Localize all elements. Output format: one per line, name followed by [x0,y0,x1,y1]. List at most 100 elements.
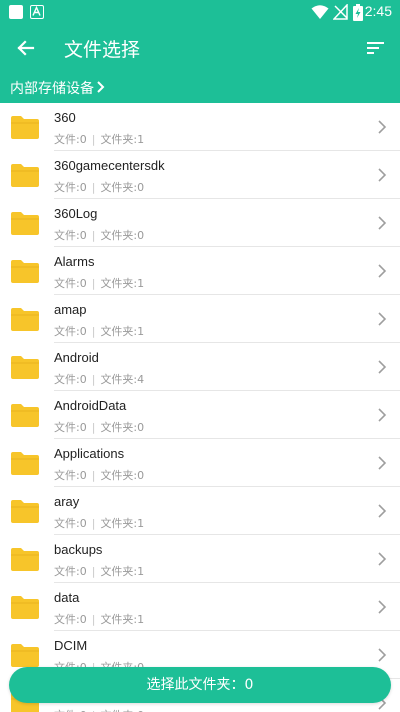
chevron-right-icon [378,168,387,182]
separator: | [91,133,96,146]
folder-name: 360gamecentersdk [54,158,165,173]
folder-icon [11,548,39,571]
separator: | [91,517,96,530]
back-button[interactable] [12,34,40,62]
folder-meta: 文件:0 | 文件夹:1 [54,275,144,291]
list-item[interactable]: Applications 文件:0 | 文件夹:0 [0,439,400,487]
folder-icon [11,644,39,667]
folder-name: Applications [54,446,125,461]
chevron-right-icon [378,456,387,470]
chevron-right-icon [378,216,387,230]
folder-meta: 文件:0 | 文件夹:1 [54,323,144,339]
file-count: 文件:0 [54,469,87,482]
file-count: 文件:0 [54,613,87,626]
arrow-left-icon [17,40,35,56]
list-item[interactable]: aray 文件:0 | 文件夹:1 [0,487,400,535]
folder-name: 360Log [54,206,98,221]
separator: | [91,277,96,290]
folder-name: AndroidData [54,398,127,413]
folder-count: 文件夹:1 [100,565,145,578]
folder-name: Android [54,350,99,365]
list-item[interactable]: amap 文件:0 | 文件夹:1 [0,295,400,343]
chevron-right-icon [378,408,387,422]
file-count: 文件:0 [54,133,87,146]
notification-square-icon [9,5,23,19]
separator: | [91,421,96,434]
separator: | [91,469,96,482]
file-count: 文件:0 [54,373,87,386]
folder-meta: 文件:0 | 文件夹:1 [54,515,144,531]
list-item[interactable]: AndroidData 文件:0 | 文件夹:0 [0,391,400,439]
folder-meta: 文件:0 | 文件夹:1 [54,611,144,627]
list-item[interactable]: data 文件:0 | 文件夹:1 [0,583,400,631]
chevron-right-icon [378,312,387,326]
file-count: 文件:0 [54,421,87,434]
folder-icon [11,212,39,235]
folder-icon [11,260,39,283]
battery-charging-icon [353,4,363,21]
folder-icon [11,356,39,379]
folder-name: aray [54,494,80,509]
folder-count: 文件夹:1 [100,325,145,338]
list-item[interactable]: 360 文件:0 | 文件夹:1 [0,103,400,151]
chevron-right-icon [378,120,387,134]
folder-name: 360 [54,110,76,125]
chevron-right-icon [378,552,387,566]
folder-meta: 文件:0 | 文件夹:0 [54,227,144,243]
folder-meta: 文件:0 | 文件夹:0 [54,419,144,435]
chevron-right-icon [378,600,387,614]
folder-icon [11,164,39,187]
breadcrumb: 内部存储设备 [0,72,400,103]
folder-icon [11,596,39,619]
folder-meta: 文件:0|文件夹:0 [54,707,144,712]
folder-count: 文件夹:0 [100,229,145,242]
folder-count: 文件夹:4 [100,373,145,386]
separator: | [91,325,96,338]
app-bar: 文件选择 [0,24,400,72]
chevron-right-icon [378,360,387,374]
folder-name: amap [54,302,87,317]
separator: | [91,613,96,626]
folder-count: 文件夹:0 [100,421,145,434]
folder-count: 文件夹:0 [100,469,145,482]
folder-name: data [54,590,80,605]
separator: | [91,373,96,386]
folder-list: 360 文件:0 | 文件夹:1 360gamecentersdk 文件:0 | 文件夹:0 3… [0,103,400,712]
file-count: 文件:0 [54,181,87,194]
folder-name: DCIM [54,638,88,653]
folder-icon [11,404,39,427]
notification-a-icon [30,5,44,19]
breadcrumb-item-internal-storage[interactable]: 内部存储设备 [10,78,94,98]
folder-meta: 文件:0 | 文件夹:4 [54,371,144,387]
file-count: 文件:0 [54,229,87,242]
file-count: 文件:0 [54,277,87,290]
file-count: 文件:0 [54,325,87,338]
status-time: 2:45 [364,3,392,19]
chevron-right-icon [378,504,387,518]
file-count: 文件:0 [54,565,87,578]
folder-count: 文件夹:1 [100,517,145,530]
list-item[interactable]: backups 文件:0 | 文件夹:1 [0,535,400,583]
folder-name: backups [54,542,103,557]
folder-count: 文件夹:1 [100,613,145,626]
status-bar: 2:45 [0,0,400,24]
list-item[interactable]: 360Log 文件:0 | 文件夹:0 [0,199,400,247]
page-title: 文件选择 [64,39,141,61]
folder-count: 文件夹:1 [100,277,145,290]
list-item[interactable]: Alarms 文件:0 | 文件夹:1 [0,247,400,295]
list-item[interactable]: Android 文件:0 | 文件夹:4 [0,343,400,391]
separator: | [91,565,96,578]
separator: | [91,229,96,242]
folder-icon [11,116,39,139]
sort-button[interactable] [362,34,390,62]
folder-icon [11,500,39,523]
sort-icon [367,42,384,54]
signal-off-icon [333,4,348,20]
folder-name: Alarms [54,254,95,269]
chevron-right-icon [378,264,387,278]
list-item[interactable]: 360gamecentersdk 文件:0 | 文件夹:0 [0,151,400,199]
chevron-right-icon [97,81,105,93]
folder-meta: 文件:0|文件夹:0 [54,179,144,195]
select-folder-button[interactable]: 选择此文件夹：0 [9,667,391,703]
chevron-right-icon [378,648,387,662]
